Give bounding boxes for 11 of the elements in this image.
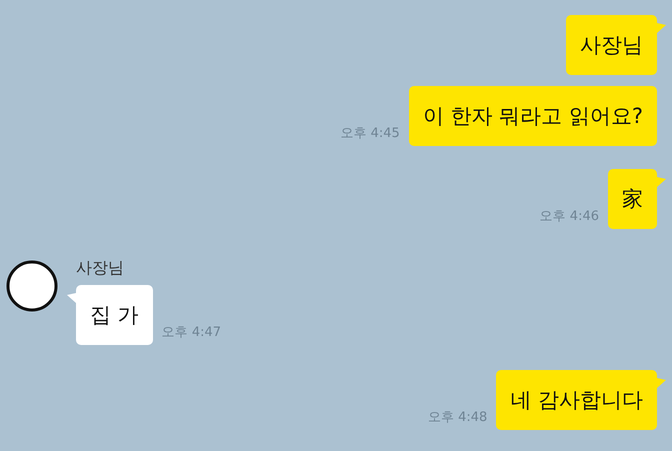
message-bubble: 사장님	[566, 15, 657, 75]
message-time: 오후 4:48	[428, 409, 488, 426]
message-bubble: 집 가	[76, 285, 153, 345]
message-time: 오후 4:45	[340, 125, 400, 142]
message-time: 오후 4:46	[540, 208, 599, 225]
message-bubble: 네 감사합니다	[496, 370, 657, 430]
message-time: 오후 4:47	[162, 324, 222, 341]
avatar-icon	[6, 260, 58, 312]
message-bubble: 家	[608, 169, 657, 229]
message-bubble: 이 한자 뭐라고 읽어요?	[408, 86, 657, 146]
sender-name: 사장님	[76, 258, 125, 279]
